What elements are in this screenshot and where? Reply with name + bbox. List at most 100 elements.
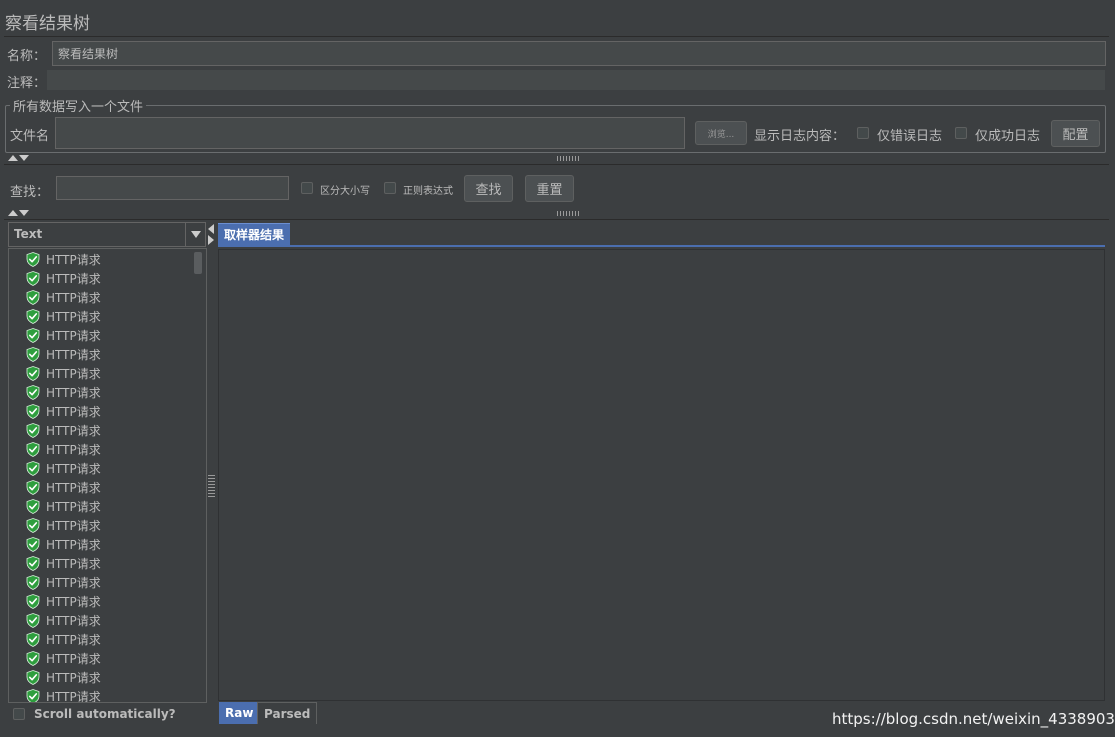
comment-input[interactable] xyxy=(46,69,1106,91)
collapse-left-icon[interactable] xyxy=(207,222,215,246)
tree-item[interactable]: HTTP请求 xyxy=(26,611,101,630)
success-shield-icon xyxy=(26,309,40,324)
find-button[interactable]: 查找 xyxy=(464,175,513,202)
name-value: 察看结果树 xyxy=(58,47,119,61)
tree-item[interactable]: HTTP请求 xyxy=(26,687,101,703)
filename-label: 文件名 xyxy=(10,129,50,144)
errors-only-checkbox[interactable] xyxy=(857,127,869,139)
tree-item[interactable]: HTTP请求 xyxy=(26,554,101,573)
name-input[interactable]: 察看结果树 xyxy=(52,41,1106,66)
renderer-select[interactable]: Text xyxy=(8,222,206,247)
success-shield-icon xyxy=(26,613,40,628)
tree-item[interactable]: HTTP请求 xyxy=(26,535,101,554)
filename-input[interactable] xyxy=(55,117,685,149)
success-only-checkbox[interactable] xyxy=(955,127,967,139)
tree-item[interactable]: HTTP请求 xyxy=(26,573,101,592)
tree-item[interactable]: HTTP请求 xyxy=(26,459,101,478)
chevron-down-icon[interactable] xyxy=(185,223,205,246)
success-shield-icon xyxy=(26,366,40,381)
tree-item[interactable]: HTTP请求 xyxy=(26,326,101,345)
collapse-left-arrows[interactable] xyxy=(207,222,215,250)
success-shield-icon xyxy=(26,594,40,609)
tree-item[interactable]: HTTP请求 xyxy=(26,288,101,307)
splitter-grip-icon[interactable] xyxy=(557,156,579,161)
tab-parsed[interactable]: Parsed xyxy=(257,702,318,724)
reset-button[interactable]: 重置 xyxy=(525,175,574,202)
tree-item-label: HTTP请求 xyxy=(46,367,101,381)
search-input[interactable] xyxy=(56,176,289,200)
success-shield-icon xyxy=(26,423,40,438)
tree-item-label: HTTP请求 xyxy=(46,272,101,286)
success-shield-icon xyxy=(26,252,40,267)
success-shield-icon xyxy=(26,651,40,666)
result-content-area[interactable] xyxy=(218,249,1105,701)
tree-item[interactable]: HTTP请求 xyxy=(26,364,101,383)
tree-item[interactable]: HTTP请求 xyxy=(26,649,101,668)
tree-item[interactable]: HTTP请求 xyxy=(26,345,101,364)
collapse-arrows[interactable] xyxy=(8,210,29,216)
log-display-label: 显示日志内容： xyxy=(754,129,846,144)
expand-up-icon[interactable] xyxy=(8,155,18,161)
renderer-selected: Text xyxy=(14,227,43,241)
success-shield-icon xyxy=(26,518,40,533)
success-shield-icon xyxy=(26,480,40,495)
success-shield-icon xyxy=(26,689,40,702)
tree-item-label: HTTP请求 xyxy=(46,576,101,590)
tab-raw[interactable]: Raw xyxy=(219,702,260,724)
tree-item[interactable]: HTTP请求 xyxy=(26,440,101,459)
success-shield-icon xyxy=(26,328,40,343)
success-shield-icon xyxy=(26,537,40,552)
expand-up-icon[interactable] xyxy=(8,210,18,216)
tree-item-label: HTTP请求 xyxy=(46,481,101,495)
success-shield-icon xyxy=(26,575,40,590)
collapse-arrows[interactable] xyxy=(8,155,29,161)
tree-item[interactable]: HTTP请求 xyxy=(26,478,101,497)
success-shield-icon xyxy=(26,670,40,685)
tab-underline xyxy=(218,245,1105,247)
tree-item[interactable]: HTTP请求 xyxy=(26,592,101,611)
vertical-splitter-grip-icon[interactable] xyxy=(208,475,215,497)
success-shield-icon xyxy=(26,271,40,286)
tree-item-label: HTTP请求 xyxy=(46,595,101,609)
success-shield-icon xyxy=(26,290,40,305)
case-sensitive-checkbox[interactable] xyxy=(301,182,313,194)
browse-button[interactable]: 浏览... xyxy=(695,121,747,145)
splitter-grip-icon[interactable] xyxy=(557,211,579,216)
tree-item[interactable]: HTTP请求 xyxy=(26,250,101,269)
configure-button[interactable]: 配置 xyxy=(1051,120,1100,147)
tree-item[interactable]: HTTP请求 xyxy=(26,516,101,535)
tree-item-label: HTTP请求 xyxy=(46,690,101,703)
success-shield-icon xyxy=(26,404,40,419)
success-shield-icon xyxy=(26,632,40,647)
success-shield-icon xyxy=(26,347,40,362)
tree-item-label: HTTP请求 xyxy=(46,405,101,419)
name-label: 名称： xyxy=(7,49,47,64)
tree-item[interactable]: HTTP请求 xyxy=(26,402,101,421)
tree-item-label: HTTP请求 xyxy=(46,462,101,476)
tree-item-label: HTTP请求 xyxy=(46,614,101,628)
scroll-automatically-checkbox[interactable] xyxy=(13,708,25,720)
tree-item-label: HTTP请求 xyxy=(46,652,101,666)
tree-item[interactable]: HTTP请求 xyxy=(26,307,101,326)
panel-title: 察看结果树 xyxy=(5,14,90,34)
regex-checkbox[interactable] xyxy=(384,182,396,194)
tree-item[interactable]: HTTP请求 xyxy=(26,497,101,516)
tree-item[interactable]: HTTP请求 xyxy=(26,269,101,288)
tree-item-label: HTTP请求 xyxy=(46,633,101,647)
results-tree[interactable]: HTTP请求 HTTP请求 HTTP请求 HTTP请求 HTTP请求 HTTP请求 HTTP… xyxy=(8,248,207,703)
errors-only-label: 仅错误日志 xyxy=(877,129,943,144)
tree-item-label: HTTP请求 xyxy=(46,538,101,552)
tree-item[interactable]: HTTP请求 xyxy=(26,383,101,402)
tree-scrollbar[interactable] xyxy=(194,252,202,274)
success-shield-icon xyxy=(26,385,40,400)
collapse-down-icon[interactable] xyxy=(19,210,29,216)
write-to-file-title: 所有数据写入一个文件 xyxy=(10,96,147,115)
tab-sampler-result[interactable]: 取样器结果 xyxy=(218,223,291,245)
tree-item-label: HTTP请求 xyxy=(46,329,101,343)
watermark-text: https://blog.csdn.net/weixin_43389036 xyxy=(832,710,1115,728)
tree-item[interactable]: HTTP请求 xyxy=(26,630,101,649)
tree-item[interactable]: HTTP请求 xyxy=(26,668,101,687)
collapse-down-icon[interactable] xyxy=(19,155,29,161)
tree-item[interactable]: HTTP请求 xyxy=(26,421,101,440)
tree-item-label: HTTP请求 xyxy=(46,386,101,400)
